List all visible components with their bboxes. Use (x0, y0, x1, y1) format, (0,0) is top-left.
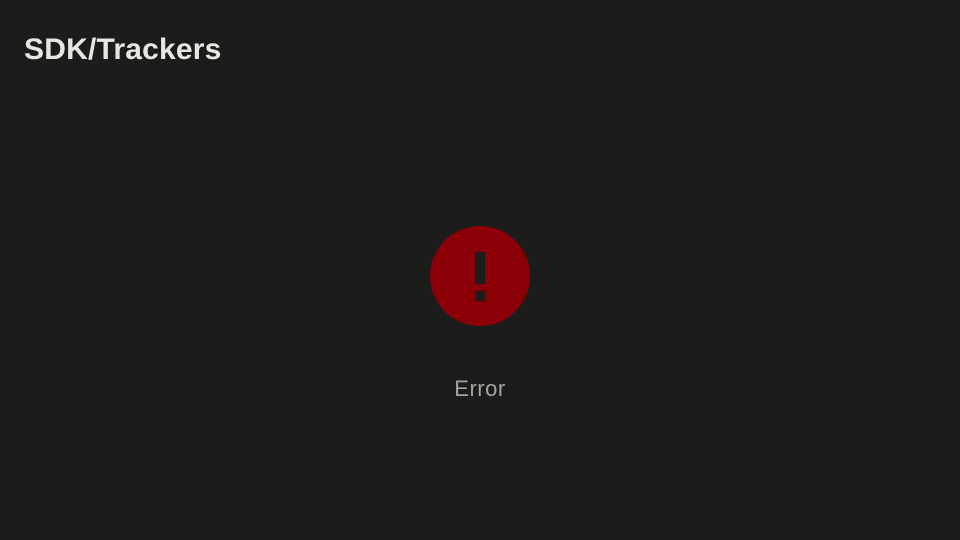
page-title: SDK/Trackers (24, 33, 222, 66)
error-icon-bar (475, 252, 485, 284)
error-state: Error (380, 226, 580, 402)
error-icon-dot (475, 291, 485, 301)
error-exclamation-icon (430, 226, 530, 326)
error-label: Error (454, 376, 506, 401)
